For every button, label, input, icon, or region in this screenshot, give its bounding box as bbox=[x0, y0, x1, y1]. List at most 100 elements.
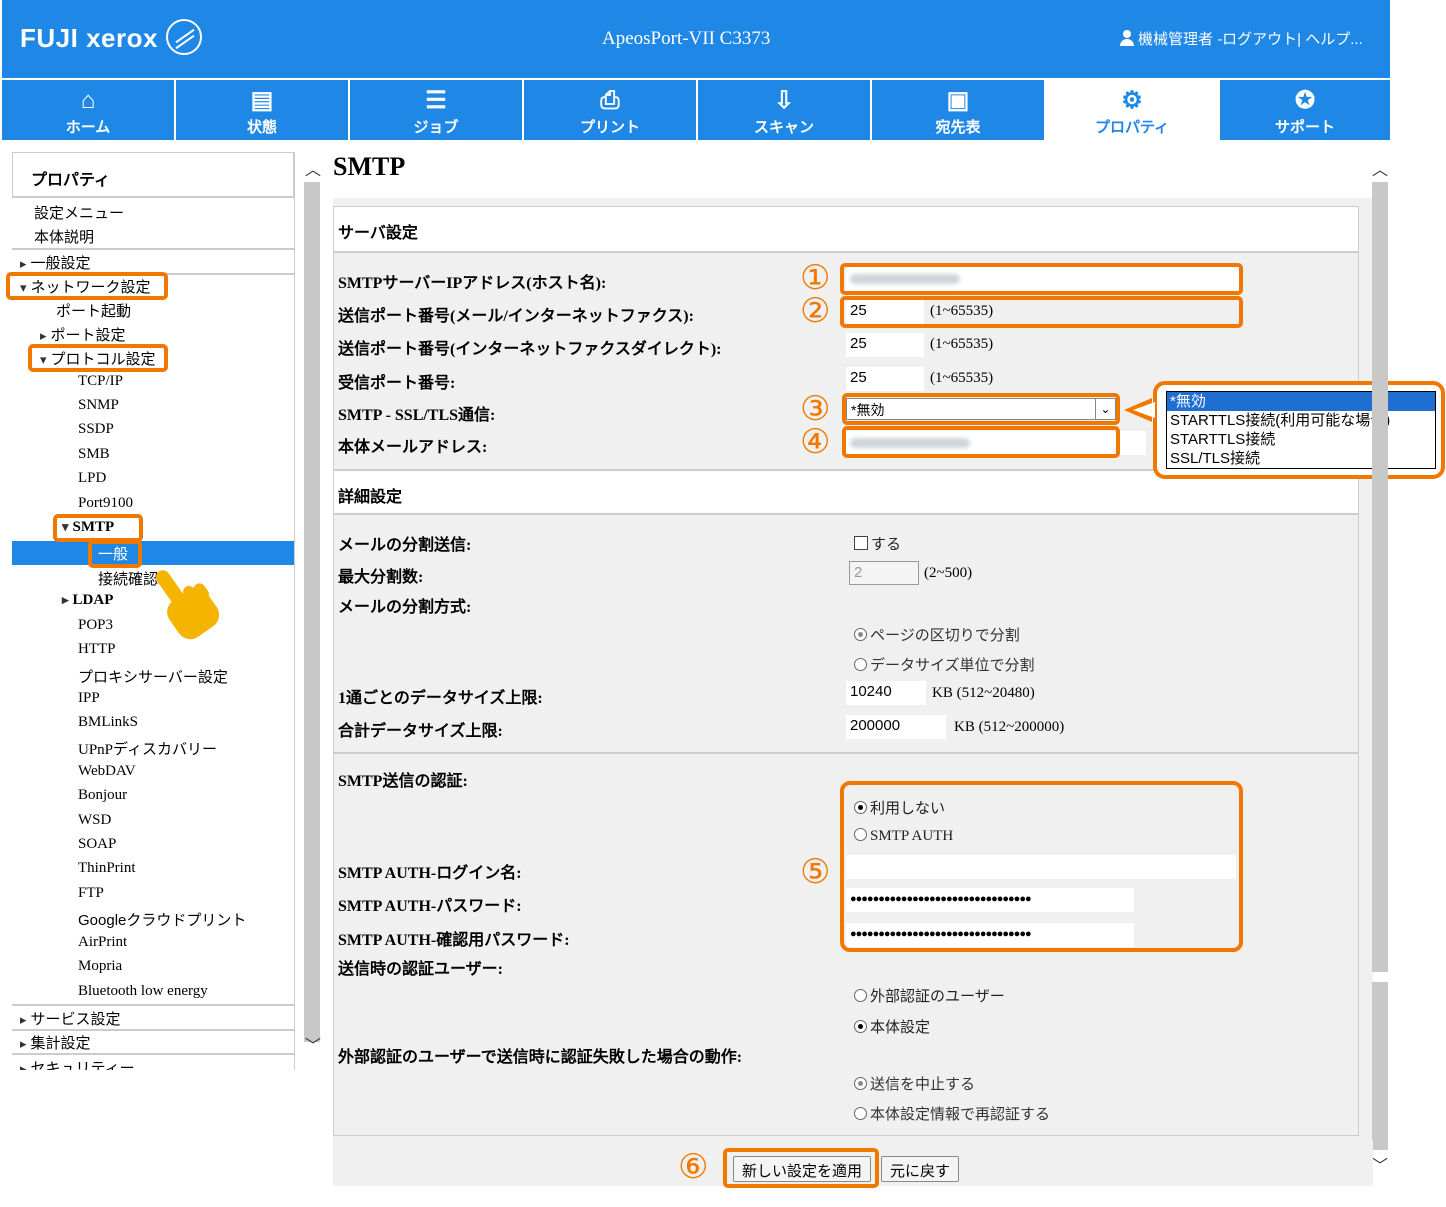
mail-addr-label: 本体メールアドレス: bbox=[338, 439, 488, 456]
properties-icon: ⚙ bbox=[1121, 87, 1143, 114]
radio-label: 利用しない bbox=[870, 800, 946, 817]
sidebar-item-http[interactable]: HTTP bbox=[78, 641, 116, 658]
redacted-value bbox=[850, 274, 960, 284]
sidebar-item-pop3[interactable]: POP3 bbox=[78, 617, 113, 634]
sidebar-item-general[interactable]: 一般設定 bbox=[20, 252, 91, 273]
send-port-direct-input[interactable]: 25 bbox=[846, 333, 924, 357]
sidebar-item-snmp[interactable]: SNMP bbox=[78, 397, 119, 414]
sidebar-item-thinprint[interactable]: ThinPrint bbox=[78, 860, 136, 877]
sidebar-item-airprint[interactable]: AirPrint bbox=[78, 934, 127, 951]
per-mail-input[interactable]: 10240 bbox=[846, 681, 926, 705]
chevron-up-icon[interactable]: ︿ bbox=[305, 156, 321, 180]
sidebar-item-settings-menu[interactable]: 設定メニュー bbox=[34, 202, 124, 223]
callout-number-5: ⑤ bbox=[800, 852, 831, 892]
nav-job[interactable]: ☰ ジョブ bbox=[350, 80, 522, 140]
sidebar-item-bmlinks[interactable]: BMLinkS bbox=[78, 714, 138, 731]
sidebar-scrollbar[interactable]: ︿ ﹀ bbox=[302, 152, 324, 1062]
sidebar-item-smtp[interactable]: SMTP bbox=[62, 519, 115, 536]
revert-button[interactable]: 元に戻す bbox=[881, 1156, 960, 1182]
ssl-option-starttls[interactable]: STARTTLS接続 bbox=[1167, 430, 1435, 449]
nav-status[interactable]: ▤ 状態 bbox=[176, 80, 348, 140]
sidebar-item-port-start[interactable]: ポート起動 bbox=[56, 300, 131, 321]
sidebar-item-device-desc[interactable]: 本体説明 bbox=[34, 226, 94, 247]
split-page-radio[interactable]: ページの区切りで分割 bbox=[854, 624, 1020, 645]
scroll-thumb[interactable] bbox=[304, 182, 320, 1042]
nav-print[interactable]: ⎙ プリント bbox=[524, 80, 696, 140]
user-name[interactable]: 機械管理者 bbox=[1138, 31, 1213, 48]
sidebar-item-ipp[interactable]: IPP bbox=[78, 690, 100, 707]
sidebar-item-google-cloud-print[interactable]: Googleクラウドプリント bbox=[78, 909, 246, 930]
nav-support[interactable]: ✪ サポート bbox=[1220, 80, 1390, 140]
max-split-input[interactable]: 2 bbox=[849, 561, 919, 585]
split-size-radio[interactable]: データサイズ単位で分割 bbox=[854, 654, 1035, 675]
sidebar-item-webdav[interactable]: WebDAV bbox=[78, 763, 136, 780]
login-input[interactable] bbox=[846, 855, 1236, 879]
chevron-down-icon[interactable]: ﹀ bbox=[305, 1032, 321, 1056]
mail-addr-input[interactable] bbox=[846, 431, 1146, 455]
ssl-option-starttls-optional[interactable]: STARTTLS接続(利用可能な場合) bbox=[1167, 411, 1435, 430]
ssl-option-ssltls[interactable]: SSL/TLS接続 bbox=[1167, 449, 1435, 468]
send-port-mail-label: 送信ポート番号(メール/インターネットファクス): bbox=[338, 308, 694, 325]
nav-properties[interactable]: ⚙ プロパティ bbox=[1046, 80, 1218, 140]
sidebar-item-port9100[interactable]: Port9100 bbox=[78, 495, 133, 512]
chevron-down-icon[interactable]: ﹀ bbox=[1372, 1152, 1388, 1176]
chevron-up-icon[interactable]: ︿ bbox=[1372, 156, 1388, 180]
password-input[interactable]: ●●●●●●●●●●●●●●●●●●●●●●●●●●●●●●●● bbox=[846, 888, 1134, 912]
auth-smtp-radio[interactable]: SMTP AUTH bbox=[854, 828, 953, 845]
smtp-ip-input[interactable] bbox=[846, 267, 1242, 291]
radio-icon bbox=[854, 989, 867, 1002]
ssl-select[interactable]: *無効 ⌄ bbox=[846, 398, 1116, 420]
radio-label: 送信を中止する bbox=[870, 1076, 976, 1093]
confirm-password-input[interactable]: ●●●●●●●●●●●●●●●●●●●●●●●●●●●●●●●● bbox=[846, 923, 1134, 947]
sidebar-item-tcpip[interactable]: TCP/IP bbox=[78, 373, 123, 390]
chevron-down-icon[interactable]: ⌄ bbox=[1095, 399, 1115, 419]
divider bbox=[12, 248, 294, 250]
nav-home[interactable]: ⌂ ホーム bbox=[2, 80, 174, 140]
sidebar-title: プロパティ bbox=[12, 152, 294, 198]
auth-user-ext-radio[interactable]: 外部認証のユーザー bbox=[854, 985, 1005, 1006]
ssl-dropdown-list: *無効 STARTTLS接続(利用可能な場合) STARTTLS接続 SSL/T… bbox=[1166, 391, 1436, 469]
sidebar-item-accounting[interactable]: 集計設定 bbox=[20, 1032, 91, 1053]
sidebar-item-upnp[interactable]: UPnPディスカバリー bbox=[78, 738, 217, 759]
sidebar-item-soap[interactable]: SOAP bbox=[78, 836, 116, 853]
nav-address-book[interactable]: ▣ 宛先表 bbox=[872, 80, 1044, 140]
total-input[interactable]: 200000 bbox=[846, 715, 946, 739]
nav-label: プロパティ bbox=[1094, 119, 1170, 136]
sidebar-item-service[interactable]: サービス設定 bbox=[20, 1008, 121, 1029]
sidebar-item-ble[interactable]: Bluetooth low energy bbox=[78, 983, 208, 1000]
sidebar-item-ssdp[interactable]: SSDP bbox=[78, 421, 114, 438]
ssl-option-disabled[interactable]: *無効 bbox=[1167, 392, 1435, 411]
sidebar-item-smb[interactable]: SMB bbox=[78, 446, 110, 463]
scroll-thumb[interactable] bbox=[1372, 182, 1388, 972]
sidebar-item-network[interactable]: ネットワーク設定 bbox=[20, 276, 151, 297]
sidebar-label: LDAP bbox=[72, 592, 114, 608]
pointing-hand-icon bbox=[155, 570, 220, 640]
fail-reauth-radio[interactable]: 本体設定情報で再認証する bbox=[854, 1103, 1050, 1124]
split-checkbox[interactable]: する bbox=[854, 533, 901, 554]
callout-pointer-inner bbox=[1133, 402, 1155, 418]
sidebar-item-wsd[interactable]: WSD bbox=[78, 812, 111, 829]
apply-button[interactable]: 新しい設定を適用 bbox=[733, 1156, 872, 1182]
sidebar-item-protocol[interactable]: プロトコル設定 bbox=[40, 348, 156, 369]
content-scrollbar[interactable]: ︿ ﹀ bbox=[1370, 152, 1390, 1182]
sidebar-item-security[interactable]: セキュリティー bbox=[20, 1057, 135, 1070]
nav-scan[interactable]: ⇩ スキャン bbox=[698, 80, 870, 140]
logout-help-links[interactable]: -ログアウト| ヘルプ... bbox=[1217, 31, 1363, 48]
auth-user-dev-radio[interactable]: 本体設定 bbox=[854, 1016, 930, 1037]
sidebar-item-mopria[interactable]: Mopria bbox=[78, 958, 122, 975]
sidebar-item-bonjour[interactable]: Bonjour bbox=[78, 787, 127, 804]
callout-number-3: ③ bbox=[800, 389, 831, 429]
sidebar-item-ldap[interactable]: LDAP bbox=[62, 592, 114, 609]
sidebar-label: 一般設定 bbox=[30, 255, 91, 272]
recv-port-input[interactable]: 25 bbox=[846, 367, 924, 391]
sidebar-item-proxy[interactable]: プロキシサーバー設定 bbox=[78, 666, 228, 687]
sidebar-item-ftp[interactable]: FTP bbox=[78, 885, 104, 902]
sidebar-item-port-settings[interactable]: ポート設定 bbox=[40, 324, 126, 345]
max-split-label: 最大分割数: bbox=[338, 569, 424, 586]
divider bbox=[12, 1004, 294, 1006]
auth-none-radio[interactable]: 利用しない bbox=[854, 797, 945, 818]
sidebar-item-lpd[interactable]: LPD bbox=[78, 470, 106, 487]
divider bbox=[334, 752, 1358, 754]
send-port-mail-input[interactable]: 25 bbox=[846, 300, 924, 324]
fail-stop-radio[interactable]: 送信を中止する bbox=[854, 1073, 975, 1094]
